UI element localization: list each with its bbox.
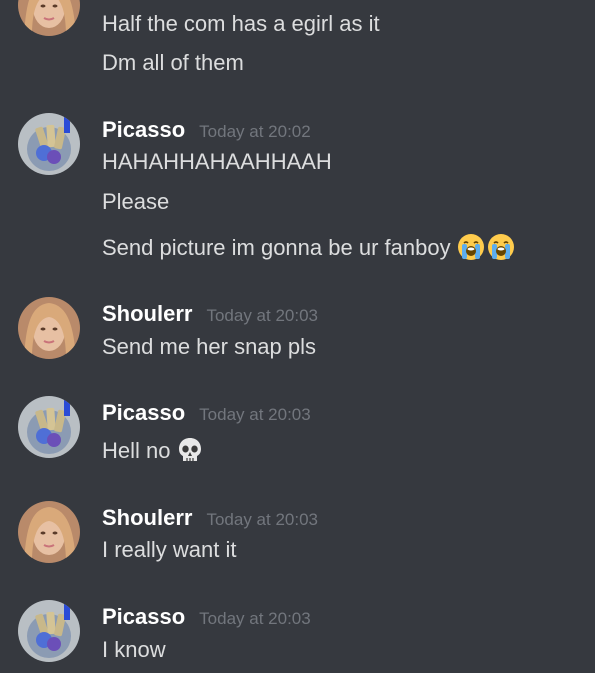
message-text: Dm all of them (102, 50, 244, 75)
username[interactable]: Picasso (102, 117, 185, 142)
message-header: Shoulerr Today at 20:03 (102, 504, 318, 535)
username[interactable]: Picasso (102, 604, 185, 629)
avatar-shoulerr[interactable] (18, 501, 80, 563)
avatar-shoulerr[interactable] (18, 297, 80, 359)
message-header: Picasso Today at 20:03 (102, 603, 311, 634)
timestamp[interactable]: Today at 20:03 (206, 306, 318, 325)
timestamp[interactable]: Today at 20:02 (199, 122, 311, 141)
skull-icon (176, 436, 204, 464)
message-text-row: Hell no (102, 436, 204, 465)
message-text: Half the com has a egirl as it (102, 11, 380, 36)
username[interactable]: Shoulerr (102, 301, 192, 326)
avatar-picasso[interactable] (18, 396, 80, 458)
chat-message-list: Half the com has a egirl as it Dm all of… (0, 0, 595, 673)
timestamp[interactable]: Today at 20:03 (206, 510, 318, 529)
username[interactable]: Picasso (102, 400, 185, 425)
message-header: Picasso Today at 20:02 (102, 116, 311, 147)
message-text: HAHAHHAHAAHHAAH (102, 149, 332, 174)
timestamp[interactable]: Today at 20:03 (199, 609, 311, 628)
loudly-crying-face-icon (457, 233, 485, 261)
message-text: I really want it (102, 537, 237, 562)
username[interactable]: Shoulerr (102, 505, 192, 530)
message-text: Hell no (102, 438, 171, 463)
message-text: Send picture im gonna be ur fanboy (102, 235, 451, 260)
message-text: I know (102, 637, 166, 662)
avatar-picasso[interactable] (18, 600, 80, 662)
message-header: Shoulerr Today at 20:03 (102, 300, 318, 331)
timestamp[interactable]: Today at 20:03 (199, 405, 311, 424)
avatar-picasso[interactable] (18, 113, 80, 175)
avatar-shoulerr[interactable] (18, 0, 80, 36)
message-header: Picasso Today at 20:03 (102, 399, 311, 430)
message-text: Please (102, 189, 170, 214)
loudly-crying-face-icon (487, 233, 515, 261)
message-text-row: Send picture im gonna be ur fanboy (102, 233, 515, 262)
message-text: Send me her snap pls (102, 334, 317, 359)
